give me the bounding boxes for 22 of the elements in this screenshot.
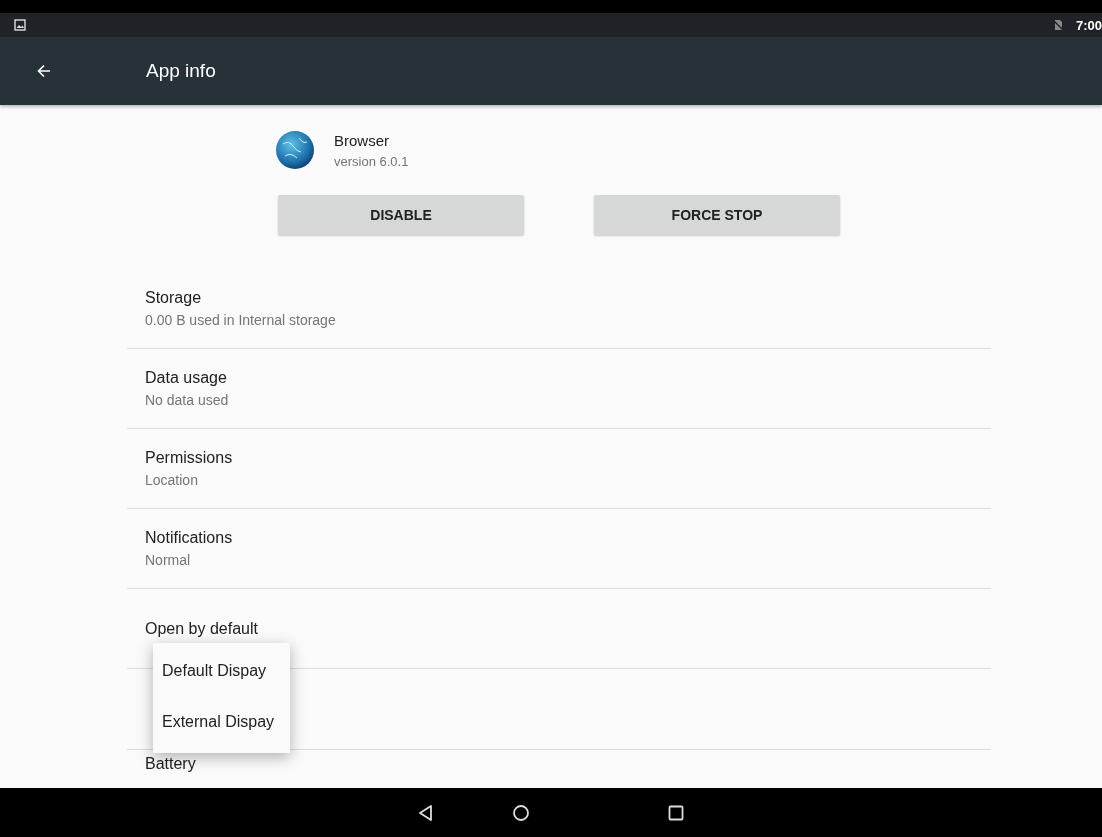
setting-summary: Location <box>145 472 199 488</box>
clock-time: 7:00 <box>1075 17 1102 33</box>
toolbar-title: App info <box>146 60 216 82</box>
setting-title[interactable]: Battery <box>145 755 991 773</box>
app-name: Browser <box>334 131 390 149</box>
setting-title[interactable]: Storage <box>145 289 991 307</box>
setting-title[interactable]: Open by default <box>145 619 991 638</box>
setting-summary: 0.00 B used in Internal storage <box>145 312 337 328</box>
image-icon <box>14 19 26 31</box>
globe-icon <box>275 130 315 170</box>
action-button[interactable]: DISABLE <box>278 195 524 235</box>
home-icon[interactable] <box>511 802 531 823</box>
app-version: version 6.0.1 <box>334 153 409 169</box>
setting-title[interactable]: Notifications <box>145 529 991 547</box>
menu-item[interactable]: External Dispay <box>153 698 290 749</box>
action-button[interactable]: FORCE STOP <box>594 195 840 235</box>
setting-title[interactable]: Data usage <box>145 369 991 387</box>
setting-title[interactable]: Permissions <box>145 449 991 467</box>
setting-summary: Normal <box>145 552 192 568</box>
back-arrow-icon[interactable] <box>36 63 52 79</box>
menu-item[interactable]: Default Dispay <box>153 647 290 698</box>
setting-summary: No data used <box>145 392 230 408</box>
